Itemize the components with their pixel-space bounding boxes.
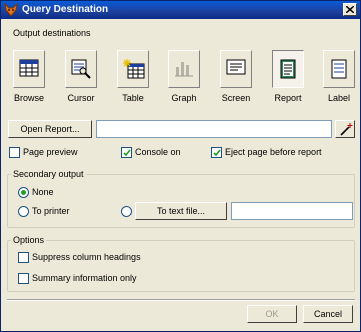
- close-icon: [346, 6, 354, 13]
- table-icon: [123, 59, 145, 79]
- to-text-file-button[interactable]: To text file...: [135, 202, 227, 220]
- report-label: Report: [274, 93, 302, 103]
- open-report-button[interactable]: Open Report...: [8, 120, 92, 138]
- console-on-checkbox[interactable]: [121, 147, 132, 158]
- output-destinations-heading: Output destinations: [13, 28, 91, 38]
- summary-only-checkbox[interactable]: [18, 273, 29, 284]
- checkmark-icon: [123, 149, 131, 157]
- screen-label: Screen: [221, 93, 251, 103]
- options-title: Options: [11, 235, 47, 245]
- options-group: [7, 240, 355, 292]
- checkmark-icon: [213, 149, 221, 157]
- cursor-icon: [71, 59, 91, 79]
- magic-wand-icon: [340, 123, 353, 136]
- cursor-label: Cursor: [67, 93, 95, 103]
- report-button[interactable]: [272, 50, 304, 88]
- label-icon: [331, 59, 347, 79]
- table-button[interactable]: [117, 50, 149, 88]
- to-printer-radio[interactable]: [18, 206, 29, 217]
- footer-divider: [7, 299, 355, 301]
- cancel-button[interactable]: Cancel: [303, 305, 353, 323]
- fox-icon: [4, 3, 18, 17]
- browse-icon: [19, 59, 39, 77]
- window-title: Query Destination: [22, 4, 109, 15]
- close-button[interactable]: [343, 3, 357, 16]
- browse-button[interactable]: [13, 50, 45, 88]
- page-preview-label: Page preview: [23, 147, 78, 157]
- browse-label: Browse: [13, 93, 44, 103]
- query-destination-dialog: Query Destination Output destinations Br…: [0, 0, 361, 332]
- eject-page-label: Eject page before report: [225, 147, 322, 157]
- text-file-path-field[interactable]: [231, 202, 353, 220]
- graph-icon: [175, 62, 193, 77]
- to-printer-label: To printer: [32, 206, 70, 216]
- to-text-file-radio[interactable]: [121, 206, 132, 217]
- cursor-button[interactable]: [65, 50, 97, 88]
- page-preview-checkbox[interactable]: [9, 147, 20, 158]
- report-icon: [280, 59, 296, 79]
- screen-button[interactable]: [220, 50, 252, 88]
- suppress-headings-checkbox[interactable]: [18, 252, 29, 263]
- label-label: Label: [327, 93, 351, 103]
- none-radio[interactable]: [18, 187, 29, 198]
- label-button[interactable]: [323, 50, 355, 88]
- graph-button[interactable]: [168, 50, 200, 88]
- secondary-output-title: Secondary output: [11, 169, 86, 179]
- none-label: None: [32, 187, 54, 197]
- title-bar[interactable]: Query Destination: [1, 1, 360, 19]
- summary-only-label: Summary information only: [32, 273, 137, 283]
- ok-button[interactable]: OK: [247, 305, 297, 323]
- screen-icon: [226, 59, 246, 75]
- eject-page-checkbox[interactable]: [211, 147, 222, 158]
- table-label: Table: [122, 93, 144, 103]
- graph-label: Graph: [171, 93, 197, 103]
- console-on-label: Console on: [135, 147, 181, 157]
- suppress-headings-label: Suppress column headings: [32, 252, 141, 262]
- report-path-field[interactable]: [96, 120, 332, 138]
- wizard-button[interactable]: [335, 120, 355, 138]
